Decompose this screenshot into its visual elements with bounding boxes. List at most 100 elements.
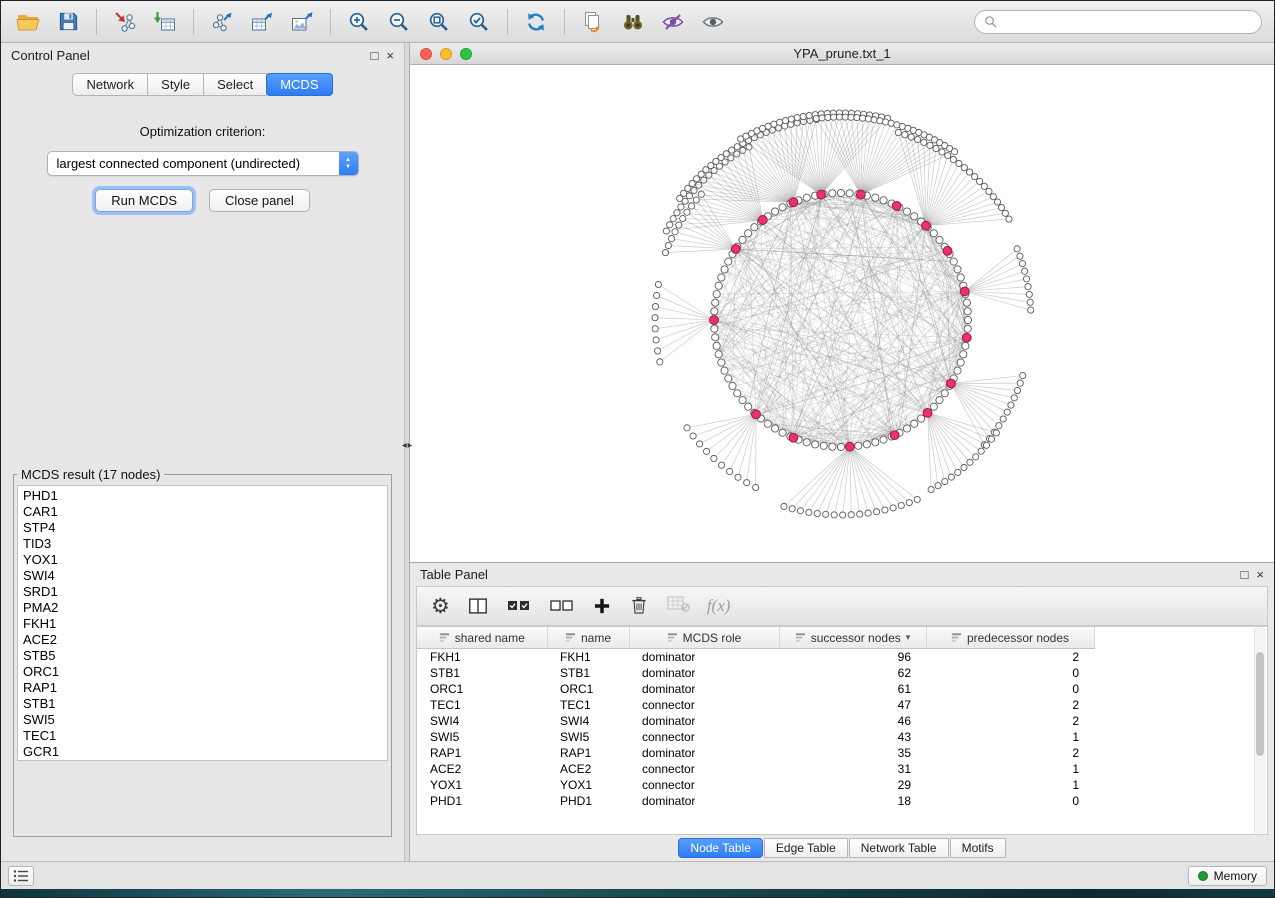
open-file-button[interactable] [9, 6, 47, 38]
table-row[interactable]: PHD1 PHD1 dominator 18 0 [417, 793, 1094, 809]
collapse-left-icon[interactable]: ◀ [402, 443, 407, 449]
mcds-result-item[interactable]: FKH1 [23, 616, 387, 632]
show-details-button[interactable] [694, 6, 732, 38]
control-panel-tab[interactable]: Style [147, 73, 204, 96]
table-row[interactable]: RAP1 RAP1 dominator 35 2 [417, 745, 1094, 761]
mcds-result-item[interactable]: SWI4 [23, 568, 387, 584]
zoom-fit-button[interactable] [420, 6, 458, 38]
table-tab[interactable]: Edge Table [764, 838, 848, 858]
status-menu-button[interactable] [8, 866, 34, 886]
network-canvas[interactable] [410, 65, 1274, 562]
column-header-label: shared name [455, 631, 525, 645]
mcds-result-item[interactable]: CAR1 [23, 504, 387, 520]
float-table-panel-icon[interactable]: □ [1241, 568, 1249, 581]
column-header-label: MCDS role [683, 631, 742, 645]
table-row[interactable]: TEC1 TEC1 connector 47 2 [417, 697, 1094, 713]
mcds-result-item[interactable]: PHD1 [23, 488, 387, 504]
mcds-result-item[interactable]: SRD1 [23, 584, 387, 600]
close-table-panel-icon[interactable]: × [1256, 568, 1264, 581]
collapse-right-icon[interactable]: ▶ [408, 443, 413, 449]
mcds-result-item[interactable]: TEC1 [23, 728, 387, 744]
import-table-button[interactable] [146, 6, 184, 38]
select-all-button[interactable] [506, 596, 532, 616]
control-panel-tab[interactable]: MCDS [266, 73, 332, 96]
refresh-view-button[interactable] [517, 6, 555, 38]
show-columns-button[interactable] [467, 595, 489, 617]
search-input[interactable] [1003, 13, 1252, 30]
memory-button[interactable]: Memory [1188, 866, 1267, 886]
table-row[interactable]: YOX1 YOX1 connector 29 1 [417, 777, 1094, 793]
cell-mcds-role: dominator [629, 745, 779, 761]
export-table-button[interactable] [243, 6, 281, 38]
mcds-result-list[interactable]: PHD1CAR1STP4TID3YOX1SWI4SRD1PMA2FKH1ACE2… [17, 485, 388, 761]
splitter-handle[interactable]: ◀ ▶ [402, 443, 416, 449]
table-tab[interactable]: Node Table [678, 838, 763, 858]
select-stepper-icon: ▲ ▼ [339, 151, 358, 176]
window-minimize-button[interactable] [440, 48, 452, 60]
mcds-result-item[interactable]: ORC1 [23, 664, 387, 680]
mcds-result-item[interactable]: YOX1 [23, 552, 387, 568]
mcds-result-item[interactable]: SWI5 [23, 712, 387, 728]
mcds-result-item[interactable]: STB1 [23, 696, 387, 712]
table-tab[interactable]: Motifs [950, 838, 1006, 858]
close-panel-button[interactable]: Close panel [209, 189, 310, 212]
column-header[interactable]: predecessor nodes ▾ [926, 627, 1094, 649]
mcds-result-item[interactable]: STP4 [23, 520, 387, 536]
clone-network-button[interactable] [574, 6, 612, 38]
column-header[interactable]: shared name ▾ [417, 627, 547, 649]
close-panel-icon[interactable]: × [386, 49, 394, 62]
delete-row-button[interactable] [629, 595, 649, 617]
control-panel-tab[interactable]: Select [203, 73, 267, 96]
export-image-button[interactable] [283, 6, 321, 38]
mcds-result-item[interactable]: STB5 [23, 648, 387, 664]
control-panel-tab[interactable]: Network [72, 73, 148, 96]
deselect-all-button[interactable] [549, 596, 575, 616]
zoom-in-button[interactable] [340, 6, 378, 38]
table-row[interactable]: STB1 STB1 dominator 62 0 [417, 665, 1094, 681]
table-settings-button[interactable]: ⚙ [431, 596, 450, 617]
mcds-result-item[interactable]: RAP1 [23, 680, 387, 696]
column-header[interactable]: MCDS role ▾ [629, 627, 779, 649]
export-network-button[interactable] [203, 6, 241, 38]
mcds-result-item[interactable]: ACE2 [23, 632, 387, 648]
table-row[interactable]: ACE2 ACE2 connector 31 1 [417, 761, 1094, 777]
table-row[interactable]: FKH1 FKH1 dominator 96 2 [417, 649, 1094, 666]
mcds-result-item[interactable]: PMA2 [23, 600, 387, 616]
mcds-result-title: MCDS result (17 nodes) [17, 467, 164, 482]
window-close-button[interactable] [420, 48, 432, 60]
status-bar: Memory [1, 861, 1274, 889]
network-window-titlebar[interactable]: YPA_prune.txt_1 [410, 43, 1274, 65]
add-row-button[interactable] [592, 596, 612, 616]
float-panel-icon[interactable]: □ [371, 49, 379, 62]
scrollbar-thumb[interactable] [1256, 652, 1264, 756]
mcds-result-item[interactable]: TID3 [23, 536, 387, 552]
zoom-in-icon [347, 10, 371, 34]
column-header[interactable]: name ▾ [547, 627, 629, 649]
table-row[interactable]: SWI5 SWI5 connector 43 1 [417, 729, 1094, 745]
zoom-out-button[interactable] [380, 6, 418, 38]
zoom-selected-button[interactable] [460, 6, 498, 38]
cell-name: TEC1 [547, 697, 629, 713]
table-row[interactable]: ORC1 ORC1 dominator 61 0 [417, 681, 1094, 697]
run-mcds-button[interactable]: Run MCDS [95, 189, 193, 212]
column-header[interactable]: successor nodes ▾ [779, 627, 926, 649]
window-zoom-button[interactable] [460, 48, 472, 60]
table-row[interactable]: SWI4 SWI4 dominator 46 2 [417, 713, 1094, 729]
attribute-icon [667, 632, 678, 643]
mcds-result-item[interactable]: GCR1 [23, 744, 387, 760]
network-graph[interactable] [410, 65, 1274, 562]
table-tab[interactable]: Network Table [849, 838, 949, 858]
search-box[interactable] [974, 10, 1262, 34]
cell-successor-nodes: 96 [779, 649, 926, 666]
optimization-select[interactable]: largest connected component (undirected)… [47, 151, 359, 176]
gear-icon: ⚙ [431, 596, 450, 617]
column-header-label: name [581, 631, 611, 645]
window-controls [410, 48, 472, 60]
table-scrollbar[interactable] [1254, 628, 1266, 833]
attribute-icon [795, 632, 806, 643]
search-network-button[interactable] [614, 6, 652, 38]
import-network-button[interactable] [106, 6, 144, 38]
save-session-button[interactable] [49, 6, 87, 38]
hide-details-button[interactable] [654, 6, 692, 38]
delete-table-button-disabled [666, 594, 690, 619]
